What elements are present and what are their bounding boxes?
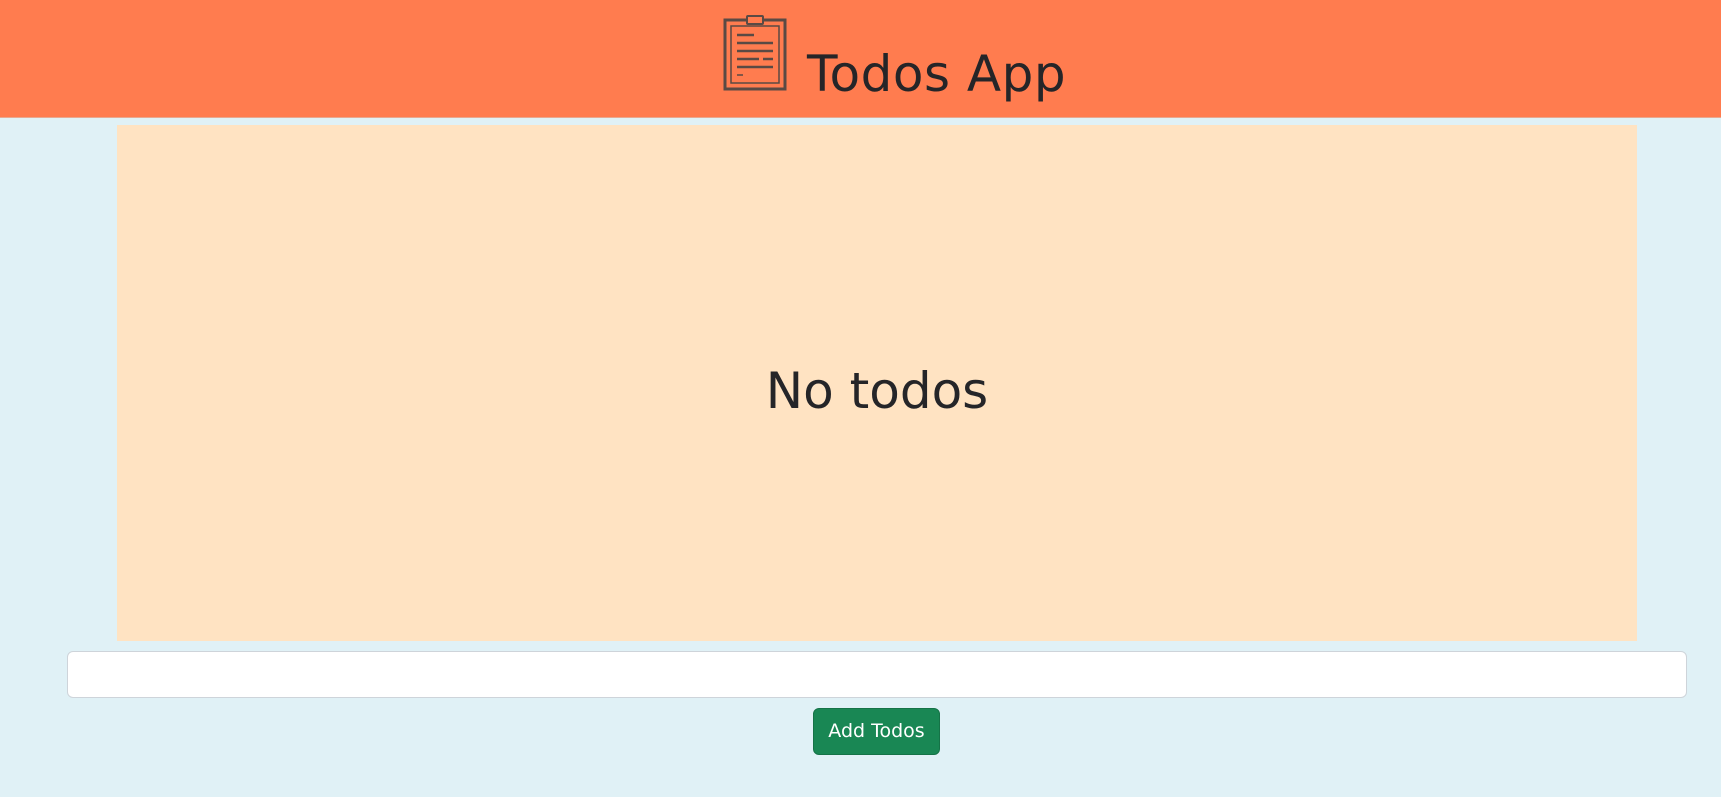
todo-input[interactable] (67, 651, 1687, 698)
app-header: Todos App (0, 0, 1721, 118)
add-todos-button[interactable]: Add Todos (813, 708, 940, 755)
empty-state-message: No todos (765, 362, 989, 420)
brand: Todos App (723, 9, 1066, 109)
clipboard-icon (723, 15, 787, 91)
app-title: Todos App (807, 45, 1067, 103)
todo-list-panel: No todos (117, 125, 1637, 641)
